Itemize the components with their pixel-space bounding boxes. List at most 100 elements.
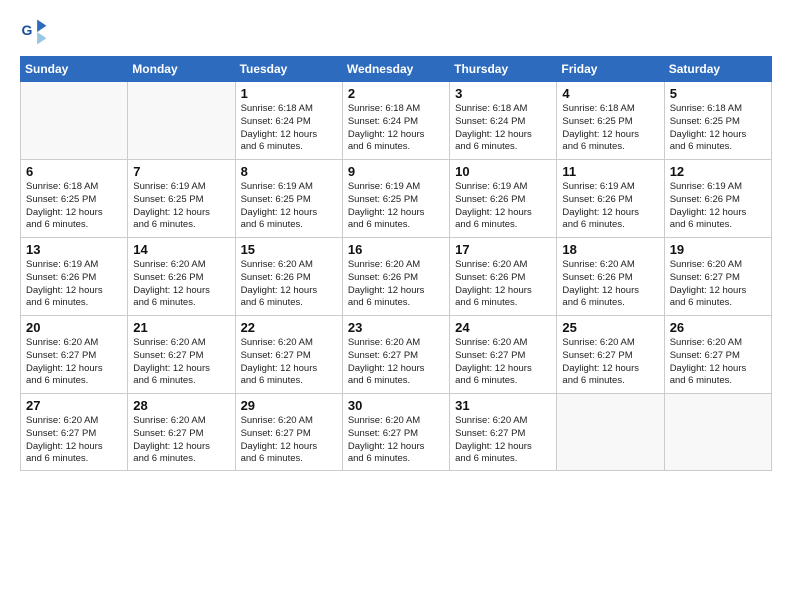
cell-detail: Sunrise: 6:20 AM Sunset: 6:26 PM Dayligh… — [348, 259, 444, 310]
day-number: 4 — [562, 86, 658, 101]
day-number: 22 — [241, 320, 337, 335]
calendar-cell: 4 Sunrise: 6:18 AM Sunset: 6:25 PM Daylig… — [557, 82, 664, 160]
cell-detail: Sunrise: 6:20 AM Sunset: 6:27 PM Dayligh… — [348, 415, 444, 466]
cell-detail: Sunrise: 6:18 AM Sunset: 6:25 PM Dayligh… — [562, 103, 658, 154]
calendar-cell: 1 Sunrise: 6:18 AM Sunset: 6:24 PM Daylig… — [235, 82, 342, 160]
logo-icon: G — [20, 18, 48, 46]
cell-detail: Sunrise: 6:20 AM Sunset: 6:26 PM Dayligh… — [133, 259, 229, 310]
day-number: 9 — [348, 164, 444, 179]
day-number: 18 — [562, 242, 658, 257]
page: G SundayMondayTuesdayWednesdayThursdayFr… — [0, 0, 792, 612]
calendar-cell: 12 Sunrise: 6:19 AM Sunset: 6:26 PM Dayli… — [664, 160, 771, 238]
day-number: 3 — [455, 86, 551, 101]
cell-detail: Sunrise: 6:20 AM Sunset: 6:27 PM Dayligh… — [348, 337, 444, 388]
cell-detail: Sunrise: 6:19 AM Sunset: 6:26 PM Dayligh… — [455, 181, 551, 232]
cell-detail: Sunrise: 6:18 AM Sunset: 6:25 PM Dayligh… — [670, 103, 766, 154]
cell-detail: Sunrise: 6:20 AM Sunset: 6:27 PM Dayligh… — [133, 415, 229, 466]
day-number: 26 — [670, 320, 766, 335]
week-row-4: 27 Sunrise: 6:20 AM Sunset: 6:27 PM Dayli… — [21, 394, 772, 471]
calendar-cell: 15 Sunrise: 6:20 AM Sunset: 6:26 PM Dayli… — [235, 238, 342, 316]
calendar-cell — [21, 82, 128, 160]
calendar-cell: 27 Sunrise: 6:20 AM Sunset: 6:27 PM Dayli… — [21, 394, 128, 471]
weekday-header-saturday: Saturday — [664, 57, 771, 82]
week-row-0: 1 Sunrise: 6:18 AM Sunset: 6:24 PM Daylig… — [21, 82, 772, 160]
day-number: 29 — [241, 398, 337, 413]
calendar-table: SundayMondayTuesdayWednesdayThursdayFrid… — [20, 56, 772, 471]
day-number: 14 — [133, 242, 229, 257]
cell-detail: Sunrise: 6:20 AM Sunset: 6:27 PM Dayligh… — [455, 337, 551, 388]
calendar-cell: 16 Sunrise: 6:20 AM Sunset: 6:26 PM Dayli… — [342, 238, 449, 316]
calendar-cell: 23 Sunrise: 6:20 AM Sunset: 6:27 PM Dayli… — [342, 316, 449, 394]
week-row-1: 6 Sunrise: 6:18 AM Sunset: 6:25 PM Daylig… — [21, 160, 772, 238]
weekday-header-thursday: Thursday — [450, 57, 557, 82]
cell-detail: Sunrise: 6:20 AM Sunset: 6:27 PM Dayligh… — [26, 415, 122, 466]
calendar-cell: 28 Sunrise: 6:20 AM Sunset: 6:27 PM Dayli… — [128, 394, 235, 471]
calendar-cell: 6 Sunrise: 6:18 AM Sunset: 6:25 PM Daylig… — [21, 160, 128, 238]
calendar-cell: 9 Sunrise: 6:19 AM Sunset: 6:25 PM Daylig… — [342, 160, 449, 238]
calendar-cell: 21 Sunrise: 6:20 AM Sunset: 6:27 PM Dayli… — [128, 316, 235, 394]
calendar-cell: 18Sunrise: 6:20 AM Sunset: 6:26 PM Dayli… — [557, 238, 664, 316]
day-number: 16 — [348, 242, 444, 257]
cell-detail: Sunrise: 6:19 AM Sunset: 6:25 PM Dayligh… — [133, 181, 229, 232]
calendar-cell: 11Sunrise: 6:19 AM Sunset: 6:26 PM Dayli… — [557, 160, 664, 238]
calendar-cell: 10 Sunrise: 6:19 AM Sunset: 6:26 PM Dayli… — [450, 160, 557, 238]
calendar-cell — [557, 394, 664, 471]
cell-detail: Sunrise: 6:18 AM Sunset: 6:25 PM Dayligh… — [26, 181, 122, 232]
day-number: 8 — [241, 164, 337, 179]
cell-detail: Sunrise: 6:20 AM Sunset: 6:26 PM Dayligh… — [455, 259, 551, 310]
day-number: 23 — [348, 320, 444, 335]
cell-detail: Sunrise: 6:18 AM Sunset: 6:24 PM Dayligh… — [348, 103, 444, 154]
day-number: 2 — [348, 86, 444, 101]
day-number: 1 — [241, 86, 337, 101]
day-number: 30 — [348, 398, 444, 413]
calendar-cell: 31Sunrise: 6:20 AM Sunset: 6:27 PM Dayli… — [450, 394, 557, 471]
day-number: 6 — [26, 164, 122, 179]
day-number: 20 — [26, 320, 122, 335]
day-number: 27 — [26, 398, 122, 413]
calendar-cell: 7 Sunrise: 6:19 AM Sunset: 6:25 PM Daylig… — [128, 160, 235, 238]
day-number: 7 — [133, 164, 229, 179]
calendar-cell: 25 Sunrise: 6:20 AM Sunset: 6:27 PM Dayli… — [557, 316, 664, 394]
cell-detail: Sunrise: 6:19 AM Sunset: 6:26 PM Dayligh… — [670, 181, 766, 232]
weekday-header-wednesday: Wednesday — [342, 57, 449, 82]
day-number: 28 — [133, 398, 229, 413]
day-number: 10 — [455, 164, 551, 179]
day-number: 15 — [241, 242, 337, 257]
weekday-header-tuesday: Tuesday — [235, 57, 342, 82]
cell-detail: Sunrise: 6:18 AM Sunset: 6:24 PM Dayligh… — [241, 103, 337, 154]
calendar-cell: 13Sunrise: 6:19 AM Sunset: 6:26 PM Dayli… — [21, 238, 128, 316]
day-number: 25 — [562, 320, 658, 335]
calendar-cell: 20 Sunrise: 6:20 AM Sunset: 6:27 PM Dayli… — [21, 316, 128, 394]
weekday-header-monday: Monday — [128, 57, 235, 82]
calendar-cell: 5 Sunrise: 6:18 AM Sunset: 6:25 PM Daylig… — [664, 82, 771, 160]
cell-detail: Sunrise: 6:19 AM Sunset: 6:25 PM Dayligh… — [348, 181, 444, 232]
cell-detail: Sunrise: 6:20 AM Sunset: 6:26 PM Dayligh… — [241, 259, 337, 310]
cell-detail: Sunrise: 6:20 AM Sunset: 6:27 PM Dayligh… — [241, 337, 337, 388]
cell-detail: Sunrise: 6:19 AM Sunset: 6:26 PM Dayligh… — [562, 181, 658, 232]
calendar-cell — [128, 82, 235, 160]
week-row-3: 20 Sunrise: 6:20 AM Sunset: 6:27 PM Dayli… — [21, 316, 772, 394]
weekday-header-sunday: Sunday — [21, 57, 128, 82]
header: G — [20, 18, 772, 46]
day-number: 21 — [133, 320, 229, 335]
calendar-cell: 3Sunrise: 6:18 AM Sunset: 6:24 PM Daylig… — [450, 82, 557, 160]
calendar-cell: 24Sunrise: 6:20 AM Sunset: 6:27 PM Dayli… — [450, 316, 557, 394]
calendar-cell: 26 Sunrise: 6:20 AM Sunset: 6:27 PM Dayli… — [664, 316, 771, 394]
cell-detail: Sunrise: 6:20 AM Sunset: 6:27 PM Dayligh… — [670, 259, 766, 310]
calendar-cell: 14 Sunrise: 6:20 AM Sunset: 6:26 PM Dayli… — [128, 238, 235, 316]
day-number: 17 — [455, 242, 551, 257]
cell-detail: Sunrise: 6:20 AM Sunset: 6:27 PM Dayligh… — [455, 415, 551, 466]
cell-detail: Sunrise: 6:20 AM Sunset: 6:27 PM Dayligh… — [26, 337, 122, 388]
calendar-cell: 8 Sunrise: 6:19 AM Sunset: 6:25 PM Daylig… — [235, 160, 342, 238]
cell-detail: Sunrise: 6:19 AM Sunset: 6:25 PM Dayligh… — [241, 181, 337, 232]
calendar-cell: 29Sunrise: 6:20 AM Sunset: 6:27 PM Dayli… — [235, 394, 342, 471]
cell-detail: Sunrise: 6:19 AM Sunset: 6:26 PM Dayligh… — [26, 259, 122, 310]
cell-detail: Sunrise: 6:20 AM Sunset: 6:27 PM Dayligh… — [670, 337, 766, 388]
calendar-cell: 19Sunrise: 6:20 AM Sunset: 6:27 PM Dayli… — [664, 238, 771, 316]
calendar-cell — [664, 394, 771, 471]
cell-detail: Sunrise: 6:20 AM Sunset: 6:27 PM Dayligh… — [562, 337, 658, 388]
day-number: 5 — [670, 86, 766, 101]
logo: G — [20, 18, 52, 46]
cell-detail: Sunrise: 6:20 AM Sunset: 6:27 PM Dayligh… — [133, 337, 229, 388]
day-number: 12 — [670, 164, 766, 179]
